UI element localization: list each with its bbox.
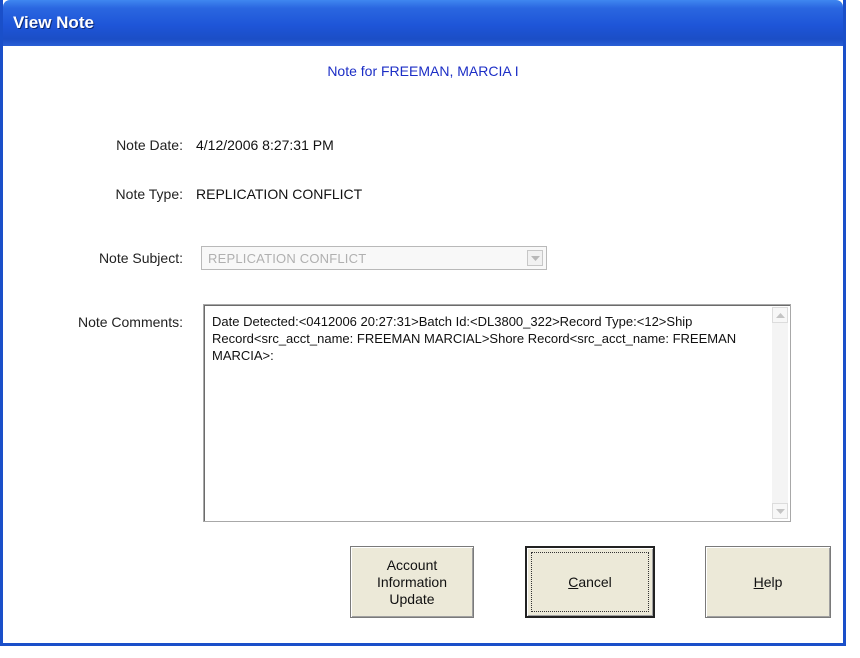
- help-mnemonic: H: [753, 573, 764, 590]
- account-information-update-label: Account Information Update: [377, 557, 447, 608]
- combo-dropdown-button[interactable]: [527, 250, 543, 266]
- window-title: View Note: [13, 13, 94, 32]
- account-update-line-1: Account: [386, 556, 438, 573]
- focus-rectangle: [531, 552, 649, 612]
- help-button[interactable]: Help: [705, 546, 831, 618]
- view-note-window: View Note Note for FREEMAN, MARCIA I Not…: [0, 0, 846, 646]
- note-subject-label: Note Subject:: [98, 250, 183, 266]
- note-date-label: Note Date:: [116, 137, 183, 153]
- help-label-rest: elp: [763, 573, 783, 590]
- scroll-up-button[interactable]: [772, 307, 788, 323]
- note-type-label: Note Type:: [115, 186, 183, 202]
- help-button-label: Help: [754, 574, 783, 591]
- account-information-update-button[interactable]: Account Information Update: [350, 546, 474, 618]
- account-update-line-2: Information: [376, 573, 448, 590]
- note-comments-textarea[interactable]: Date Detected:<0412006 20:27:31>Batch Id…: [203, 304, 791, 522]
- comments-scrollbar[interactable]: [772, 307, 788, 519]
- chevron-down-icon: [531, 256, 540, 261]
- note-subject-select[interactable]: REPLICATION CONFLICT: [201, 246, 547, 270]
- scroll-down-button[interactable]: [772, 503, 788, 519]
- cancel-button[interactable]: Cancel: [525, 546, 655, 618]
- note-subject-selected-value: REPLICATION CONFLICT: [208, 251, 367, 266]
- arrow-down-icon: [776, 509, 785, 514]
- account-update-line-3: Update: [389, 590, 435, 607]
- note-comments-label: Note Comments:: [77, 314, 183, 330]
- note-date-value: 4/12/2006 8:27:31 PM: [196, 137, 334, 153]
- arrow-up-icon: [776, 313, 785, 318]
- dialog-body: Note for FREEMAN, MARCIA I Note Date: 4/…: [3, 46, 843, 643]
- note-type-value: REPLICATION CONFLICT: [196, 186, 363, 202]
- title-bar[interactable]: View Note: [3, 0, 843, 46]
- note-comments-text: Date Detected:<0412006 20:27:31>Batch Id…: [212, 314, 740, 363]
- note-header: Note for FREEMAN, MARCIA I: [327, 63, 519, 79]
